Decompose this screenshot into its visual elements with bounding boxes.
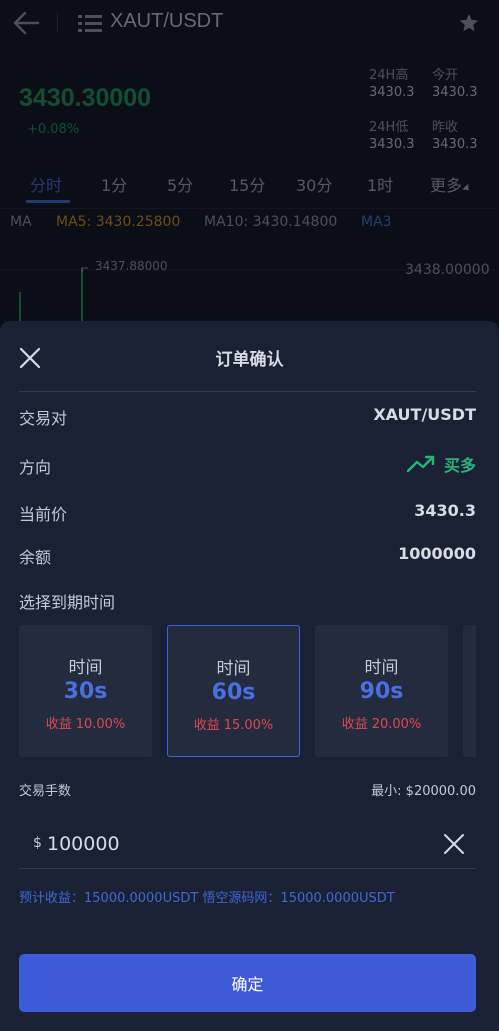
balance-label: 余额 [19,548,52,567]
title-divider [19,391,476,392]
estimated-profit: 预计收益：15000.0000USDT 悟空源码网：15000.0000USDT [19,891,395,906]
currency-symbol: $ [33,835,42,851]
pair-value: XAUT/USDT [373,405,476,424]
price-label: 当前价 [19,505,68,524]
confirm-button[interactable]: 确定 [19,954,476,1012]
amount-divider [19,868,476,869]
yield-label: 收益 [193,718,220,733]
duration-yield: 收益 20.00% [315,713,448,732]
yield-value: 15.00% [223,718,274,733]
duration-label: 时间 [216,659,251,679]
pair-label: 交易对 [19,409,68,428]
duration-card[interactable]: 时间 30s 收益 10.00% [19,625,152,757]
yield-value: 10.00% [75,717,126,732]
min-amount-label: 最小: $20000.00 [371,784,476,799]
yield-label: 收益 [45,717,72,732]
lots-label: 交易手数 [19,784,72,799]
price-value: 3430.3 [414,501,476,520]
duration-card[interactable]: 时间 90s 收益 20.00% [315,625,448,757]
direction-label: 方向 [19,458,52,477]
duration-card-more[interactable] [463,625,476,757]
balance-value: 1000000 [398,544,476,563]
duration-label: 时间 [364,658,399,678]
expiry-label: 选择到期时间 [19,593,116,612]
duration-time: 90s [359,679,404,704]
duration-yield: 收益 10.00% [19,713,152,732]
sheet-title: 订单确认 [215,350,284,370]
duration-time: 60s [211,680,256,705]
clear-input-icon[interactable] [442,832,466,856]
direction-text: 买多 [443,456,476,475]
duration-time: 30s [63,679,108,704]
order-confirm-sheet: 订单确认 交易对 XAUT/USDT 方向 买多 当前价 3430.3 余额 1… [0,321,499,1031]
amount-field: $ [19,824,476,864]
duration-label: 时间 [68,658,103,678]
yield-value: 20.00% [371,717,422,732]
yield-label: 收益 [341,717,368,732]
direction-value: 买多 [406,452,476,476]
duration-options: 时间 30s 收益 10.00% 时间 60s 收益 15.00% 时间 90s 收… [19,625,476,757]
amount-input[interactable] [47,828,427,860]
duration-card-selected[interactable]: 时间 60s 收益 15.00% [167,625,300,757]
trend-up-icon [406,455,435,473]
duration-yield: 收益 15.00% [168,714,299,733]
trading-screen: XAUT/USDT 3430.30000 +0.08% 24H高 3430.3 … [0,0,499,330]
modal-backdrop[interactable] [0,0,499,330]
